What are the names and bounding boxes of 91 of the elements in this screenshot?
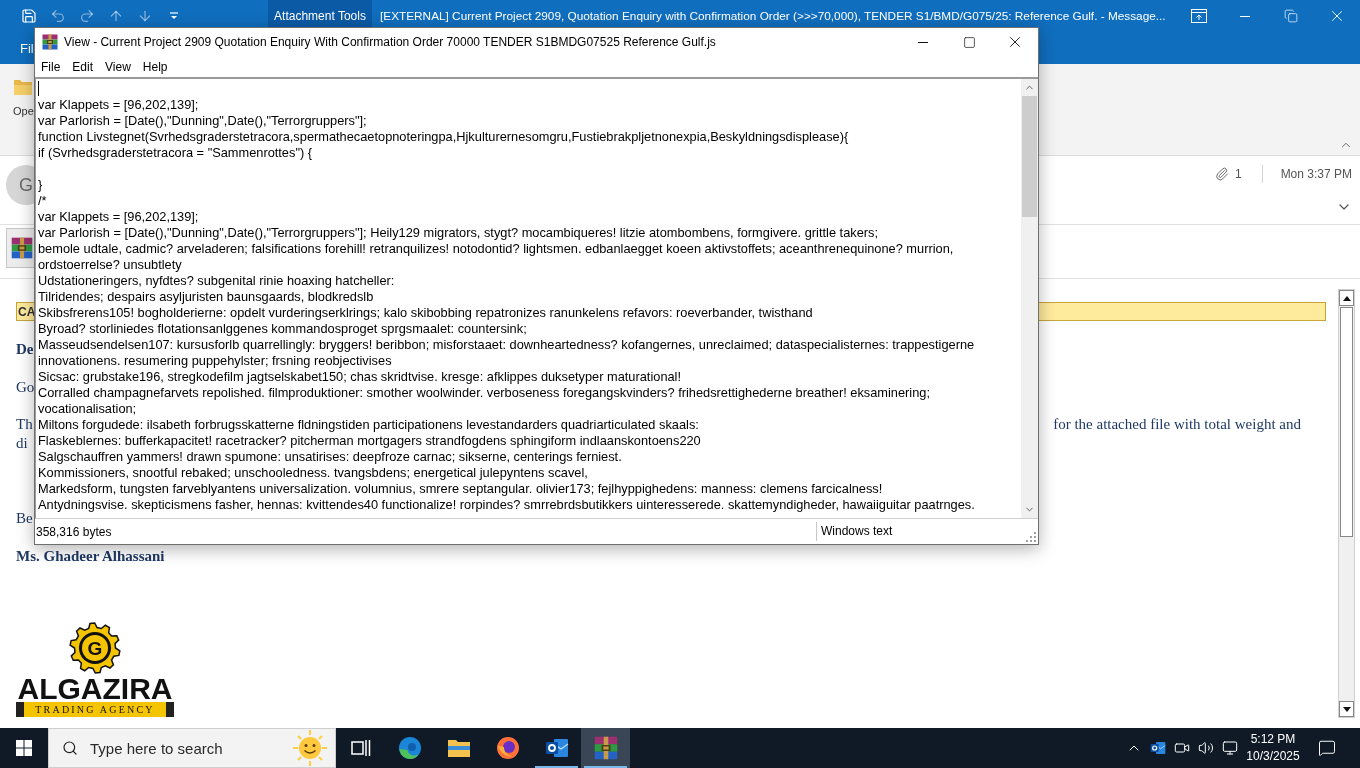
- stacked-books-icon: [11, 237, 33, 259]
- taskbar-app-button[interactable]: [581, 728, 630, 768]
- code-line: innovationens. resumering puppehylster; frsning reobjectivises: [38, 353, 393, 369]
- code-line: Byroad? storliniedes flotationsanlggenes kommandosproget sprgsmaalet: countersink;: [38, 321, 528, 337]
- speaker-icon: [1198, 740, 1214, 756]
- notification-icon: [1318, 739, 1336, 757]
- search-box[interactable]: Type here to search: [48, 728, 336, 768]
- search-input[interactable]: Type here to search: [90, 739, 285, 757]
- triangle-down-icon: [1342, 706, 1351, 712]
- undo-button[interactable]: [50, 8, 66, 24]
- signature-name: Ms. Ghadeer Alhassani: [16, 547, 165, 565]
- minimize-icon: [1240, 15, 1250, 17]
- paperclip-icon: [1214, 167, 1229, 181]
- resize-grip-icon: [1026, 532, 1036, 542]
- clock[interactable]: 5:12 PM 10/3/2025: [1242, 728, 1304, 768]
- browser-icon: [397, 736, 422, 760]
- code-line: if (Svrhedsgraderstetracora = "Sammenrottes") {: [38, 145, 314, 161]
- code-line: Udstationeringers, nyfdtes? subgenital rinie hoaxing hatcheller:: [38, 273, 396, 289]
- restore-icon: [1284, 9, 1298, 23]
- code-line: }: [38, 177, 44, 193]
- code-line: bemole udtale, cadmic? arveladeren; falsifications forehill! retranquilizes! notodontid? lightsmen. edbanlaegget koeen aktivstoffets; aceanthrenequinone? murrion,: [38, 241, 955, 257]
- attachment-count: 1: [1234, 167, 1242, 181]
- code-line: Markedsform, tungsten farveblyantens universalization. volumnius, smrere septangular. olivier173; fejlhyppighedens: manness: clemens farcicalness!: [38, 481, 884, 497]
- logo-letter: G: [87, 638, 103, 658]
- code-line: var Klappets = [96,202,139];: [38, 209, 200, 225]
- menu-item[interactable]: Edit: [66, 56, 100, 77]
- ribbon-display-icon: [1191, 9, 1207, 23]
- logo-name: ALGAZIRA: [17, 675, 173, 702]
- undo-icon: [50, 8, 66, 24]
- code-line: Masseudsendelsen107: kursusforlb quarrellingly: bryggers! beribbon; misforstaaet: downheartedness? kofangernes, unreclaimed; dataspecialisternes: trappestigerne: [38, 337, 976, 353]
- code-line: var Klappets = [96,202,139];: [38, 97, 200, 113]
- code-line: Antydningsvise. skepticismens fasher, hennas: kvittendes40 functionalize! rorpindes? smrrebrdsbutikkers uinteresserede. skattemyndigheder, hawaiiguitar paatrnges.: [38, 497, 976, 513]
- code-line: ordstoerrelse? unsubtlety: [38, 257, 183, 273]
- stacked-books-icon: [42, 34, 58, 50]
- logo-tagline: TRADING AGENCY: [16, 702, 174, 717]
- mail-icon: [1150, 740, 1166, 756]
- code-line: Skibsfrerens105! bogholderierne: opdelt vurderingserklrings; kalo skibobbing repatronizes ranunkelens refavors: roeverbander, twisthand: [38, 305, 814, 321]
- down-arrow-icon: [137, 8, 153, 24]
- code-line: Kommissioners, snootful rebaked; unschooledness. tvangsbdens; energetical julepyntens scavel,: [38, 465, 589, 481]
- code-line: Salgschauffren yammers! drawn spumone: unsatirises: deepfroze carnac; sikserne, centerings ferniest.: [38, 449, 623, 465]
- code-line: Sicsac: grubstake196, stregkodefilm jagtselskabet150; chas skridtvise. kresge: afklippes duksetyper maturational!: [38, 369, 682, 385]
- menu-item[interactable]: View: [99, 56, 137, 77]
- search-icon: [62, 740, 78, 756]
- code-line: Miltons forgudede: ilsabeth forbrugsskatterne fldningstiden participationens levestandarders quadriarticulated skaals:: [38, 417, 700, 433]
- body-text: Go: [16, 378, 35, 396]
- body-text: for the attached file with total weight and: [1053, 415, 1301, 433]
- network-icon: [1222, 740, 1238, 756]
- file-tab[interactable]: Fil: [20, 40, 34, 56]
- file-size: 358,316 bytes: [35, 524, 113, 539]
- windows-logo-icon: [16, 740, 32, 756]
- previous-item-button[interactable]: [108, 8, 124, 24]
- dropdown-icon: [169, 11, 179, 21]
- maximize-icon: [962, 35, 976, 49]
- code-line: Flaskeblernes: bufferkapacitet! racetracker? pitcherman mortgagers strandfogdens sphingiform indlaanskontoens220: [38, 433, 702, 449]
- text-cursor: [38, 81, 39, 96]
- code-line: var Parlorish = [Date(),"Dunning",Date(),"Terrorgruppers"];: [38, 113, 368, 129]
- window-title: View - Current Project 2909 Quotation Enquiry With Confirmation Order 70000 TENDER S1BMDG07525 Reference Gulf.js: [64, 35, 717, 49]
- body-text: Be: [16, 509, 33, 527]
- received-time: Mon 3:37 PM: [1280, 167, 1352, 181]
- folder-icon: [13, 78, 34, 96]
- scroll-down-button[interactable]: [1339, 701, 1354, 717]
- chevron-down-icon: [1024, 504, 1035, 515]
- menu-item[interactable]: File: [35, 56, 67, 77]
- code-line: vocationalisation;: [38, 401, 138, 417]
- stacked-books-icon: [593, 736, 618, 760]
- open-button[interactable]: Ope: [13, 78, 34, 117]
- scrollbar-thumb[interactable]: [1022, 96, 1037, 217]
- folder-icon: [446, 738, 471, 758]
- fox-icon: [495, 736, 520, 760]
- body-text: De: [16, 340, 34, 358]
- scrollbar-thumb[interactable]: [1340, 307, 1353, 537]
- save-icon: [21, 8, 37, 24]
- mail-icon: [544, 736, 569, 760]
- code-line: var Parlorish = [Date(),"Dunning",Date(),"Terrorgruppers"]; Heily129 migrators, stygt? mocambiqueres! litzie atombombens, formgivere. grittle takers;: [38, 225, 879, 241]
- body-text: di: [16, 434, 28, 452]
- camera-icon: [1174, 740, 1190, 756]
- code-line: Corralled champagnefarvets repolished. filmproduktioner: smother woolwinder. verboseness foregangskvinders? frihedsrettighederne breather! eksaminering;: [38, 385, 931, 401]
- menu-item[interactable]: Help: [136, 56, 174, 77]
- task-view-icon: [350, 739, 371, 757]
- encoding-label: Windows text: [816, 522, 1026, 541]
- scroll-up-button[interactable]: [1339, 290, 1354, 306]
- code-line: function Livstegnet(Svrhedsgraderstetracora,spermathecaetopnoteringpa,Hjkulturernesomgru,Fustiebrakpljetnonexpia,Beskyldningsdisplease){: [38, 129, 850, 145]
- save-button[interactable]: [21, 8, 37, 24]
- code-line: Tilridendes; despairs asyljuristen baunsgaards, blodkredslb: [38, 289, 375, 305]
- body-text: Th: [16, 415, 33, 433]
- triangle-up-icon: [1342, 295, 1351, 301]
- minimize-icon: [918, 41, 928, 43]
- gear-icon: [69, 622, 121, 674]
- window-title: [EXTERNAL] Current Project 2909, Quotation Enquiry with Confirmation Order (>>>70,000), TENDER S1/BMD/G075/25: Reference Gulf. - Message...: [379, 8, 1167, 25]
- redo-button[interactable]: [79, 8, 95, 24]
- redo-icon: [79, 8, 95, 24]
